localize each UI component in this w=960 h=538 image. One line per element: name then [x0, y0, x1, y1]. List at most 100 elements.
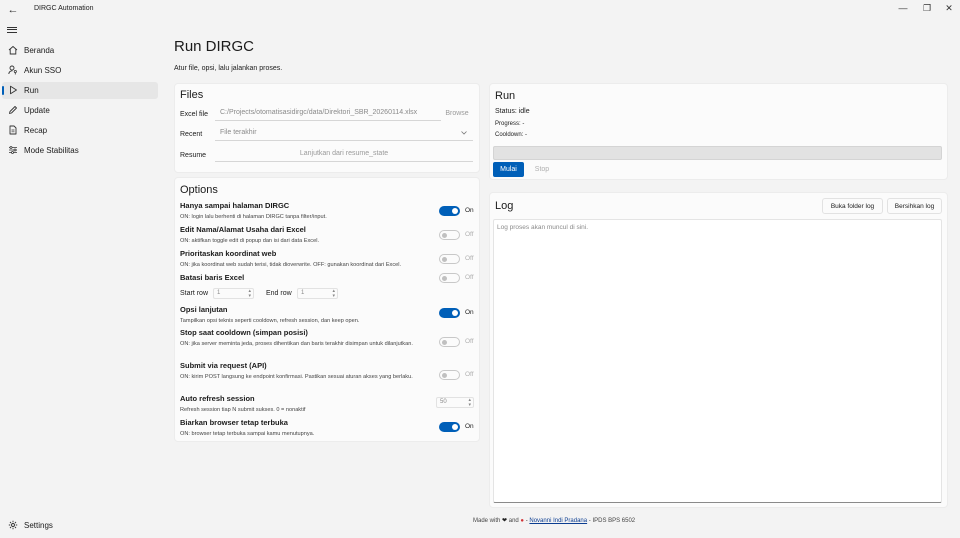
option-title: Edit Nama/Alamat Usaha dari Excel [180, 225, 306, 234]
option-title: Biarkan browser tetap terbuka [180, 418, 288, 427]
footer: Made with ❤ and ● - Novanni Indi Pradana… [473, 517, 635, 524]
option-title: Auto refresh session [180, 394, 255, 403]
files-title: Files [180, 89, 204, 101]
sidebar-item-label: Beranda [24, 46, 55, 55]
open-log-folder-button[interactable]: Buka folder log [822, 198, 883, 214]
stop-button[interactable]: Stop [528, 162, 556, 177]
toggle-edit-nama-alamat[interactable] [439, 230, 460, 240]
sidebar-item-label: Akun SSO [24, 66, 62, 75]
sidebar-item-label: Update [24, 106, 50, 115]
resume-button[interactable]: Lanjutkan dari resume_state [215, 147, 473, 162]
log-card: Log Buka folder log Bersihkan log Log pr… [489, 192, 948, 508]
browse-button[interactable]: Browse [441, 110, 473, 117]
page-subtitle: Atur file, opsi, lalu jalankan proses. [174, 65, 283, 72]
footer-dash: - [525, 518, 528, 524]
toggle-batasi-baris[interactable] [439, 273, 460, 283]
toggle-state-label: Off [465, 371, 474, 378]
home-icon [8, 45, 18, 55]
document-icon [9, 125, 17, 135]
spin-arrows-icon: ▴ ▾ [468, 397, 471, 408]
excel-file-label: Excel file [180, 111, 209, 118]
option-description: ON: browser tetap terbuka sampai kamu me… [180, 431, 315, 437]
toggle-state-label: On [465, 423, 474, 430]
run-progress-text: Progress: - [495, 121, 525, 127]
back-arrow-icon[interactable]: ← [6, 3, 20, 17]
sidebar: Beranda Akun SSO Run Update Recap Mode S… [0, 20, 160, 538]
option-title: Hanya sampai halaman DIRGC [180, 201, 290, 210]
footer-org: - IPDS BPS 6502 [588, 518, 636, 524]
minimize-button[interactable]: — [892, 1, 914, 15]
options-title: Options [180, 184, 218, 196]
author-link[interactable]: Novanni Indi Pradana [529, 518, 587, 524]
recent-select[interactable]: File terakhir [215, 126, 473, 141]
run-title: Run [495, 90, 516, 102]
sidebar-item-mode-stabilitas[interactable]: Mode Stabilitas [2, 142, 158, 159]
toggle-prioritaskan-koordinat[interactable] [439, 254, 460, 264]
option-title: Submit via request (API) [180, 361, 267, 370]
heart-icon: ❤ [502, 518, 508, 524]
option-title: Stop saat cooldown (simpan posisi) [180, 328, 308, 337]
end-row-value: 1 [301, 290, 305, 296]
play-icon [10, 85, 17, 95]
sidebar-item-label: Recap [24, 126, 48, 135]
sidebar-item-recap[interactable]: Recap [2, 122, 158, 139]
log-output[interactable]: Log proses akan muncul di sini. [493, 219, 942, 503]
option-description: ON: jika koordinat web sudah terisi, tid… [180, 262, 402, 268]
spin-arrows-icon: ▴ ▾ [332, 288, 335, 299]
toggle-state-label: Off [465, 274, 474, 281]
toggle-state-label: Off [465, 255, 474, 262]
pencil-icon [9, 106, 17, 114]
toggle-hanya-sampai-dirgc[interactable] [439, 206, 460, 216]
start-row-label: Start row [180, 290, 209, 297]
option-description: ON: aktifkan toggle edit di popup dan is… [180, 238, 319, 244]
tomato-icon: ● [520, 518, 525, 524]
option-description: ON: login lalu berhenti di halaman DIRGC… [180, 214, 327, 220]
option-title: Prioritaskan koordinat web [180, 249, 277, 258]
start-row-spinbox[interactable]: 1 ▴ ▾ [213, 288, 254, 299]
page-title: Run DIRGC [174, 38, 255, 55]
sidebar-item-beranda[interactable]: Beranda [2, 42, 158, 59]
sidebar-item-settings[interactable]: Settings [2, 517, 158, 534]
toggle-stop-saat-cooldown[interactable] [439, 337, 460, 347]
option-title: Batasi baris Excel [180, 273, 245, 282]
toggle-biarkan-browser-terbuka[interactable] [439, 422, 460, 432]
spin-arrows-icon: ▴ ▾ [248, 288, 251, 299]
start-button[interactable]: Mulai [493, 162, 524, 177]
start-row-value: 1 [217, 290, 221, 296]
recent-label: Recent [180, 131, 203, 138]
close-button[interactable]: ✕ [938, 1, 960, 15]
sidebar-item-run[interactable]: Run [2, 82, 158, 99]
hamburger-menu-icon[interactable] [7, 25, 17, 35]
end-row-spinbox[interactable]: 1 ▴ ▾ [297, 288, 338, 299]
recent-selected-value: File terakhir [220, 129, 257, 136]
run-status: Status: idle [495, 108, 530, 115]
end-row-label: End row [266, 290, 292, 297]
run-cooldown-text: Cooldown: - [495, 132, 528, 138]
option-description: Tampilkan opsi teknis seperti cooldown, … [180, 318, 360, 324]
sidebar-item-akun-sso[interactable]: Akun SSO [2, 62, 158, 79]
options-card: Options Hanya sampai halaman DIRGC ON: l… [174, 177, 480, 442]
toggle-submit-via-request[interactable] [439, 370, 460, 380]
option-description: Refresh session tiap N submit sukses. 0 … [180, 407, 306, 413]
option-description: ON: kirim POST langsung ke endpoint konf… [180, 374, 413, 380]
option-description: ON: jika server meminta jeda, proses dih… [180, 341, 413, 347]
toggle-state-label: On [465, 207, 474, 214]
sidebar-item-label: Settings [24, 521, 53, 530]
sidebar-item-label: Run [24, 86, 39, 95]
title-bar: ← DIRGC Automation — ❐ ✕ [0, 0, 960, 20]
toggle-opsi-lanjutan[interactable] [439, 308, 460, 318]
clear-log-button[interactable]: Bersihkan log [887, 198, 942, 214]
option-title: Opsi lanjutan [180, 305, 228, 314]
maximize-button[interactable]: ❐ [916, 1, 938, 15]
footer-and: and [508, 518, 519, 524]
excel-file-input[interactable]: C:/Projects/otomatisasidirgc/data/Direkt… [215, 106, 441, 121]
gear-icon [8, 520, 18, 530]
refresh-session-spinbox[interactable]: 50 ▴ ▾ [436, 397, 474, 408]
chevron-down-icon [461, 131, 467, 135]
app-title: DIRGC Automation [34, 5, 94, 12]
refresh-session-value: 50 [440, 399, 447, 405]
sidebar-item-update[interactable]: Update [2, 102, 158, 119]
sliders-icon [9, 146, 17, 154]
resume-label: Resume [180, 152, 207, 159]
log-title: Log [495, 200, 514, 212]
